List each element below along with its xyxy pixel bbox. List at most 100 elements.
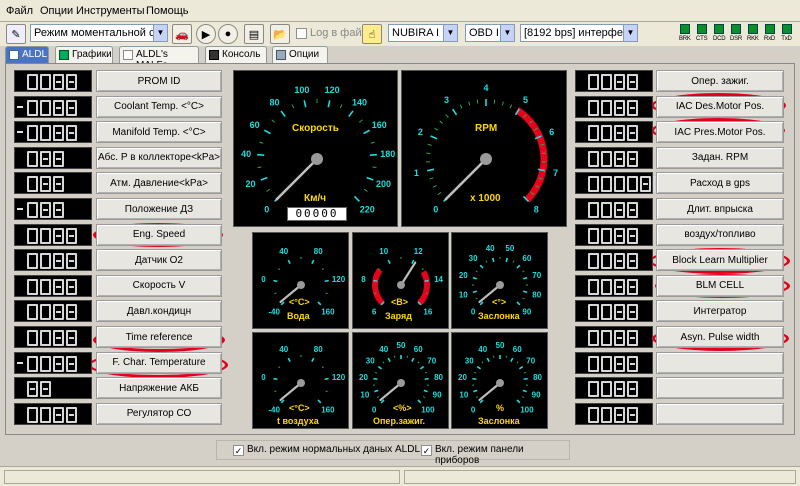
left-parameter-label[interactable]: Напряжение АКБ [96, 377, 222, 400]
seven-segment-digit [40, 330, 51, 346]
tab-graphs[interactable]: Графики [55, 46, 113, 63]
right-parameter-label[interactable]: Задан. RPM [656, 146, 784, 169]
right-parameter-label[interactable]: IAC Pres.Motor Pos. [656, 121, 784, 144]
led-light [764, 24, 775, 34]
major-tick [522, 276, 528, 280]
left-parameter-label[interactable]: F. Char. Temperature [96, 351, 222, 374]
tab-console[interactable]: Консоль [205, 46, 267, 63]
play-icon[interactable]: ▶ [196, 24, 216, 44]
menu-tools[interactable]: Инструменты [76, 5, 145, 17]
chevron-down-icon: ▼ [443, 25, 457, 41]
log-checkbox[interactable] [296, 28, 307, 39]
car-icon[interactable]: 🚗 [172, 24, 192, 44]
seven-segment-digit [27, 74, 38, 90]
menu-file[interactable]: Файл [6, 5, 33, 17]
right-parameter-label[interactable]: Длит. впрыска [656, 198, 784, 220]
right-parameter-label[interactable] [656, 377, 784, 400]
major-tick [303, 100, 307, 108]
minor-tick [358, 119, 363, 123]
seven-segment-digit [27, 381, 38, 398]
report-icon[interactable]: ▤ [244, 24, 264, 44]
minor-tick [363, 188, 368, 192]
tick-label: 80 [269, 97, 279, 107]
folder-icon[interactable]: 📂 [270, 24, 290, 44]
left-parameter-label[interactable]: Time reference [96, 326, 222, 348]
major-tick [417, 399, 422, 404]
major-tick [411, 259, 415, 264]
left-parameter-label[interactable]: Регулятор СО [96, 402, 222, 425]
led-indicator: DSR [730, 24, 742, 42]
tab-aldl[interactable]: ALDL [5, 46, 49, 63]
needle-hub [496, 281, 504, 289]
menu-help[interactable]: Помощь [146, 5, 189, 17]
left-parameter-label[interactable]: Coolant Temp. <°C> [96, 95, 222, 118]
major-tick [324, 279, 329, 283]
minor-tick [274, 292, 277, 295]
tick-label: 10 [360, 391, 369, 400]
left-parameter-label[interactable]: Абс. Р в коллекторе<kPa> [96, 146, 222, 169]
lock-icon[interactable]: ☝ [362, 24, 382, 44]
tick-label: 50 [505, 244, 514, 253]
right-parameter-label[interactable]: воздух/топливо [656, 223, 784, 246]
right-parameter-label[interactable]: Asyn. Pulse width [656, 326, 784, 348]
seven-segment-digit [627, 381, 638, 398]
tick-label: 30 [465, 356, 474, 365]
dashboard-mode-checkbox[interactable]: ✓ [421, 445, 432, 456]
tick-label: 10 [459, 291, 468, 300]
right-parameter-label[interactable]: IAC Des.Motor Pos. [656, 95, 784, 118]
major-tick [373, 279, 378, 283]
minor-tick [427, 143, 432, 146]
obd-select[interactable]: OBD I ▼ [465, 24, 515, 42]
left-parameter-label[interactable]: Eng. Speed [96, 223, 222, 246]
major-tick [430, 135, 438, 140]
seven-segment-digit [601, 176, 612, 193]
left-parameter-label[interactable]: Положение ДЗ [96, 198, 222, 220]
major-tick [387, 357, 391, 362]
seven-segment-digit [601, 304, 612, 321]
right-parameter-label[interactable]: Интегратор [656, 300, 784, 323]
right-parameter-label[interactable]: Block Learn Multiplier [656, 249, 784, 272]
minor-tick [434, 127, 439, 131]
connect-icon[interactable]: ✎ [6, 24, 26, 44]
left-parameter-label[interactable]: PROM ID [96, 70, 222, 92]
baud-select[interactable]: [8192 bps] интерфейс ▼ [520, 24, 638, 42]
major-tick [273, 279, 278, 283]
right-parameter-label[interactable]: BLM CELL [656, 274, 784, 297]
menu-options[interactable]: Опции [40, 5, 73, 17]
right-parameter-label[interactable] [656, 402, 784, 425]
minor-tick [476, 99, 479, 104]
major-tick [287, 259, 291, 264]
left-parameter-label[interactable]: Manifold Temp. <°C> [96, 121, 222, 144]
left-digital-readout [14, 198, 92, 220]
tab-malfs[interactable]: ALDL's MALFs [119, 46, 199, 71]
tick-label: 4 [483, 83, 488, 93]
car-model-select[interactable]: NUBIRA I ▼ [388, 24, 458, 42]
left-parameter-label[interactable]: Атм. Давление<kPa> [96, 172, 222, 195]
major-tick [516, 399, 521, 404]
right-parameter-label[interactable]: Опер. зажиг. [656, 70, 784, 92]
tick-label: 90 [532, 391, 541, 400]
mode-select[interactable]: Режим моментальной съем ▼ [30, 24, 168, 42]
minor-tick [372, 166, 377, 169]
left-parameter-label[interactable]: Давл.кондицн [96, 300, 222, 323]
major-tick [523, 377, 528, 381]
tick-label: 120 [332, 373, 346, 382]
tab-options[interactable]: Опции [272, 46, 328, 63]
seven-segment-digit [66, 253, 77, 270]
tick-label: 0 [261, 373, 266, 382]
coolant-unit: <°C> [289, 297, 310, 307]
stop-icon[interactable]: ● [218, 24, 238, 44]
air-temp-name: t воздуха [277, 416, 319, 426]
seven-segment-digit [601, 74, 612, 90]
minor-tick [374, 371, 378, 374]
tick-label: 0 [471, 308, 476, 317]
normal-mode-checkbox[interactable]: ✓ [233, 445, 244, 456]
left-parameter-label[interactable]: Датчик О2 [96, 249, 222, 272]
battery-name: Заряд [385, 311, 412, 321]
seven-segment-digit [27, 304, 38, 321]
right-parameter-label[interactable] [656, 351, 784, 374]
seven-segment-digit [588, 202, 599, 218]
left-parameter-label[interactable]: Скорость V [96, 274, 222, 297]
right-parameter-label[interactable]: Расход в gps [656, 172, 784, 195]
air-temp-gauge: -40 0 40 80 120 160 <°C> t воздуха [252, 332, 349, 429]
